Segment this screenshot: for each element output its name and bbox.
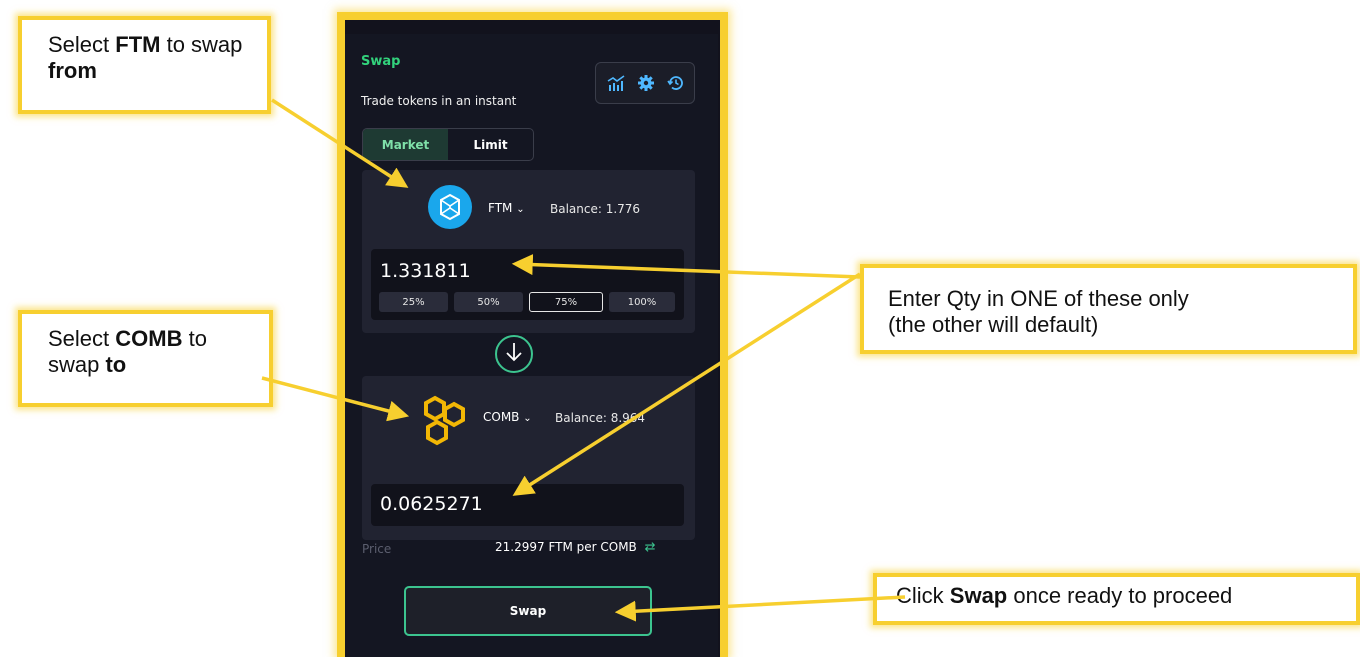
tab-limit[interactable]: Limit (448, 129, 533, 160)
percent-100-button[interactable]: 100% (609, 292, 675, 312)
callout-text: once ready to proceed (1007, 583, 1233, 608)
swap-panel: Swap Trade tokens in an instant Market L… (345, 34, 718, 657)
percent-50-button[interactable]: 50% (454, 292, 523, 312)
callout-select-from: Select FTM to swap from (18, 16, 271, 114)
from-balance: Balance: 1.776 (550, 202, 641, 216)
callout-select-to: Select COMB to swap to (18, 310, 273, 407)
callout-word: to (105, 352, 127, 377)
price-display: 21.2997 FTM per COMB ⇄ (495, 540, 656, 555)
gear-icon[interactable] (636, 73, 656, 93)
from-token-selector[interactable]: FTM ⌄ (488, 201, 525, 215)
order-type-tabs: Market Limit (362, 128, 534, 161)
to-token-card: COMB ⌄ Balance: 8.964 0.0625271 (362, 376, 695, 540)
page-title: Swap (361, 54, 401, 69)
switch-direction-button[interactable] (495, 335, 533, 373)
callout-line: Enter Qty in ONE of these only (888, 286, 1189, 311)
swap-button[interactable]: Swap (404, 586, 652, 636)
callout-enter-qty: Enter Qty in ONE of these only (the othe… (860, 264, 1357, 354)
to-amount-value[interactable]: 0.0625271 (380, 493, 483, 515)
price-value: 21.2997 FTM per COMB (495, 540, 637, 554)
to-balance: Balance: 8.964 (555, 411, 646, 425)
callout-text: to swap (160, 32, 243, 57)
arrow-down-icon (505, 341, 523, 367)
callout-word: from (48, 58, 97, 83)
to-amount-field[interactable]: 0.0625271 (371, 484, 684, 526)
callout-text: Click (896, 583, 950, 608)
callout-text: Select (48, 32, 116, 57)
callout-click-swap: Click Swap once ready to proceed (873, 573, 1360, 625)
comb-token-icon[interactable] (420, 394, 470, 448)
to-token-symbol: COMB (483, 410, 520, 424)
page-subtitle: Trade tokens in an instant (361, 94, 517, 108)
chart-icon[interactable] (606, 73, 626, 93)
toolbar (595, 62, 695, 104)
ftm-token-icon[interactable] (428, 185, 472, 229)
history-icon[interactable] (666, 73, 686, 93)
from-token-card: FTM ⌄ Balance: 1.776 1.331811 25% 50% 75… (362, 170, 695, 333)
from-token-symbol: FTM (488, 201, 513, 215)
chevron-down-icon: ⌄ (523, 413, 532, 424)
tab-market[interactable]: Market (363, 129, 448, 160)
callout-text: Select (48, 326, 116, 351)
percent-75-button[interactable]: 75% (529, 292, 603, 312)
from-amount-value[interactable]: 1.331811 (380, 260, 471, 282)
callout-token: FTM (115, 32, 161, 57)
from-amount-field[interactable]: 1.331811 25% 50% 75% 100% (371, 249, 684, 320)
to-token-selector[interactable]: COMB ⌄ (483, 410, 532, 424)
callout-line: (the other will default) (888, 312, 1099, 337)
callout-bold: Swap (949, 583, 1008, 608)
callout-token: COMB (115, 326, 183, 351)
percent-25-button[interactable]: 25% (379, 292, 448, 312)
swap-rate-icon[interactable]: ⇄ (645, 540, 656, 555)
price-label: Price (362, 542, 392, 556)
chevron-down-icon: ⌄ (516, 204, 525, 215)
